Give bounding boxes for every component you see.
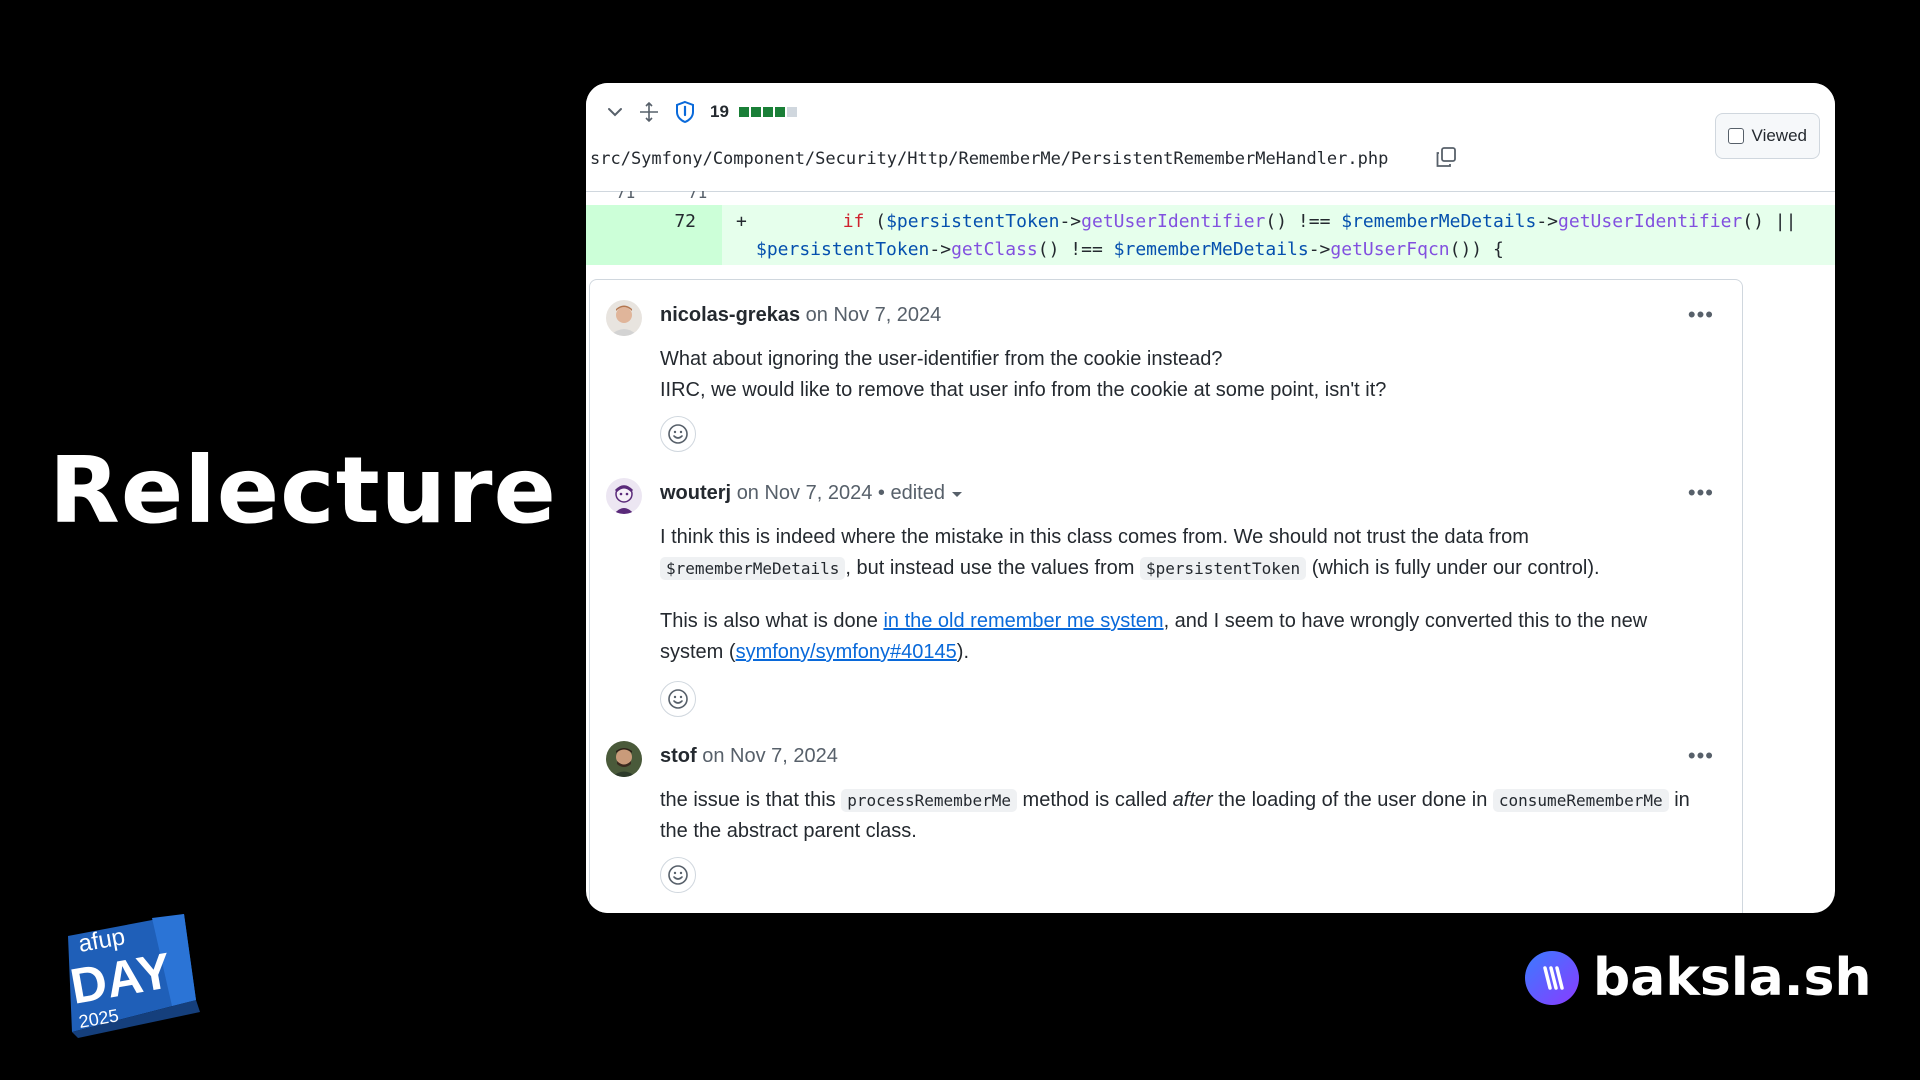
comment-text: , but instead use the values from bbox=[845, 557, 1135, 579]
previous-diff-line: 71 71 bbox=[586, 191, 1835, 205]
viewed-label: Viewed bbox=[1751, 126, 1807, 145]
code-punct: ()) { bbox=[1449, 239, 1504, 260]
baksla-logo-icon bbox=[1525, 951, 1579, 1005]
comment-header: stof on Nov 7, 2024 bbox=[660, 745, 838, 768]
inline-code: consumeRememberMe bbox=[1492, 789, 1669, 812]
inline-code: $rememberMeDetails bbox=[660, 557, 846, 580]
comment-text: method is called bbox=[1022, 789, 1168, 811]
code-punct: () || bbox=[1742, 211, 1797, 232]
code-arrow: -> bbox=[929, 239, 952, 260]
diffstat bbox=[738, 107, 797, 117]
diffstat-block bbox=[750, 107, 761, 117]
chevron-down-icon[interactable] bbox=[606, 103, 624, 121]
code-function: getUserIdentifier bbox=[1081, 211, 1266, 232]
diffstat-block bbox=[786, 107, 797, 117]
shield-icon bbox=[674, 100, 696, 124]
comment-menu-button[interactable]: ••• bbox=[1688, 302, 1714, 328]
comment-date[interactable]: on Nov 7, 2024 bbox=[702, 745, 838, 767]
emphasis-text: after bbox=[1172, 789, 1213, 811]
old-line-number: 71 bbox=[616, 191, 636, 202]
code-punct: () !== bbox=[1265, 211, 1342, 232]
caret-down-icon[interactable] bbox=[951, 489, 963, 499]
edited-indicator[interactable]: • edited bbox=[878, 482, 945, 504]
slide-title: Relecture bbox=[49, 437, 557, 544]
comment-text: I think this is indeed where the mistake… bbox=[660, 526, 1529, 548]
review-comment-thread: nicolas-grekas on Nov 7, 2024 ••• What a… bbox=[589, 279, 1743, 913]
line-number[interactable]: 72 bbox=[674, 211, 696, 232]
code-function: getUserFqcn bbox=[1330, 239, 1450, 260]
comment-header: nicolas-grekas on Nov 7, 2024 bbox=[660, 304, 941, 327]
avatar[interactable] bbox=[606, 478, 642, 514]
add-reaction-button[interactable] bbox=[660, 416, 696, 452]
code-function: getUserIdentifier bbox=[1558, 211, 1743, 232]
comment-body: I think this is indeed where the mistake… bbox=[660, 522, 1710, 668]
avatar[interactable] bbox=[606, 741, 642, 777]
file-path[interactable]: src/Symfony/Component/Security/Http/Reme… bbox=[590, 149, 1388, 169]
smiley-icon bbox=[667, 864, 689, 886]
copy-icon[interactable] bbox=[1434, 145, 1458, 169]
new-line-number: 71 bbox=[688, 191, 708, 202]
comment-body: the issue is that this processRememberMe… bbox=[660, 785, 1710, 847]
issue-link[interactable]: symfony/symfony#40145 bbox=[736, 641, 957, 663]
code-variable: $persistentToken bbox=[886, 211, 1060, 232]
avatar[interactable] bbox=[606, 300, 642, 336]
comment-text: the issue is that this bbox=[660, 789, 836, 811]
code-variable: $rememberMeDetails bbox=[1113, 239, 1309, 260]
smiley-icon bbox=[667, 423, 689, 445]
comment-date[interactable]: on Nov 7, 2024 bbox=[806, 304, 942, 326]
diffstat-block bbox=[762, 107, 773, 117]
comment-author[interactable]: wouterj bbox=[660, 482, 731, 504]
add-reaction-button[interactable] bbox=[660, 857, 696, 893]
smiley-icon bbox=[667, 688, 689, 710]
expand-all-icon[interactable] bbox=[638, 101, 660, 123]
comment-body: What about ignoring the user-identifier … bbox=[660, 344, 1710, 406]
code-function: getClass bbox=[951, 239, 1038, 260]
comment-paragraph: I think this is indeed where the mistake… bbox=[660, 522, 1710, 584]
comment-text: ). bbox=[956, 641, 970, 663]
code-keyword: if bbox=[842, 211, 865, 232]
comment-text: This is also what is done bbox=[660, 610, 878, 632]
line-number-gutter: 72 bbox=[586, 205, 722, 265]
diffstat-block bbox=[738, 107, 749, 117]
code-line-2: $persistentToken->getClass() !== $rememb… bbox=[756, 239, 1504, 260]
pull-request-review-screenshot: 19 src/Symfony/Component/Security/Http/R… bbox=[586, 83, 1835, 913]
viewed-checkbox[interactable]: Viewed bbox=[1714, 113, 1820, 159]
baksla-brand-logo: baksla.sh bbox=[1525, 948, 1871, 1008]
changed-lines-count: 19 bbox=[710, 102, 729, 121]
comment-text: (which is fully under our control). bbox=[1311, 557, 1600, 579]
comment-author[interactable]: nicolas-grekas bbox=[660, 304, 800, 326]
file-header-toolbar: 19 bbox=[606, 97, 797, 127]
comment-text: What about ignoring the user-identifier … bbox=[660, 348, 1223, 370]
code-arrow: -> bbox=[1308, 239, 1331, 260]
code-line-1: if ($persistentToken->getUserIdentifier(… bbox=[756, 211, 1797, 232]
file-header: 19 src/Symfony/Component/Security/Http/R… bbox=[586, 83, 1835, 192]
add-reaction-button[interactable] bbox=[660, 681, 696, 717]
comment-menu-button[interactable]: ••• bbox=[1688, 480, 1714, 506]
comment-paragraph: This is also what is done in the old rem… bbox=[660, 606, 1710, 668]
comment-menu-button[interactable]: ••• bbox=[1688, 743, 1714, 769]
inline-code: processRememberMe bbox=[841, 789, 1017, 812]
code-punct: () !== bbox=[1037, 239, 1114, 260]
inline-code: $persistentToken bbox=[1140, 557, 1307, 580]
brand-name: baksla.sh bbox=[1593, 948, 1872, 1008]
code-arrow: -> bbox=[1059, 211, 1082, 232]
diffstat-block bbox=[774, 107, 785, 117]
diff-add-marker: + bbox=[736, 211, 747, 232]
checkbox-icon[interactable] bbox=[1727, 128, 1744, 144]
comment-text: IIRC, we would like to remove that user … bbox=[660, 379, 1387, 401]
comment-author[interactable]: stof bbox=[660, 745, 697, 767]
comment-text: the loading of the user done in bbox=[1218, 789, 1488, 811]
code-punct: ( bbox=[864, 211, 887, 232]
added-diff-line: 72 + if ($persistentToken->getUserIdenti… bbox=[586, 205, 1835, 265]
afup-day-logo: afup DAY 2025 bbox=[62, 908, 202, 1038]
old-remember-me-link[interactable]: in the old remember me system bbox=[883, 610, 1163, 632]
code-variable: $persistentToken bbox=[756, 239, 930, 260]
comment-date[interactable]: on Nov 7, 2024 bbox=[737, 482, 873, 504]
comment-paragraph: the issue is that this processRememberMe… bbox=[660, 785, 1710, 847]
code-variable: $rememberMeDetails bbox=[1341, 211, 1537, 232]
comment-header: wouterj on Nov 7, 2024 • edited bbox=[660, 482, 963, 505]
code-arrow: -> bbox=[1536, 211, 1559, 232]
